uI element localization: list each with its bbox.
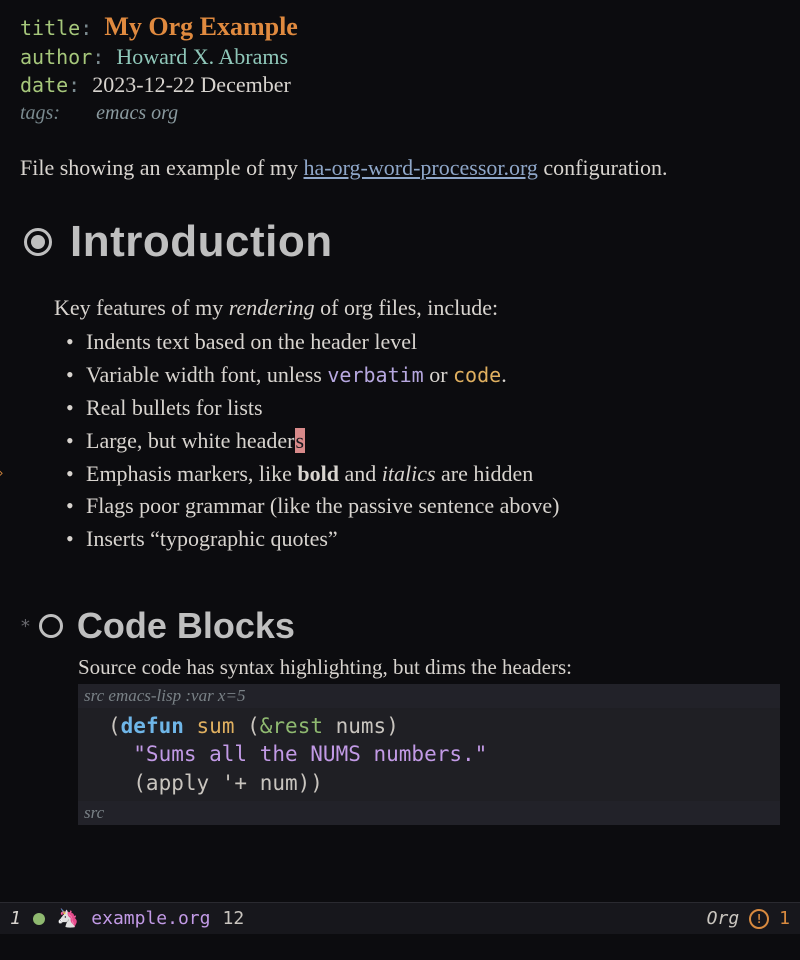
list-item: Real bullets for lists xyxy=(66,393,780,424)
meta-key-author: author xyxy=(20,45,92,69)
editor-buffer[interactable]: title: My Org Example author: Howard X. … xyxy=(0,0,800,900)
features-list: Indents text based on the header level V… xyxy=(66,327,780,555)
config-link[interactable]: ha-org-word-processor.org xyxy=(304,155,538,180)
doc-title: My Org Example xyxy=(104,12,298,41)
heading-star-icon: * xyxy=(20,616,31,637)
heading-2-text: Code Blocks xyxy=(77,605,295,647)
warning-icon[interactable]: ! xyxy=(749,909,769,929)
major-mode[interactable]: Org xyxy=(707,908,740,929)
warning-count: 1 xyxy=(779,908,790,929)
mode-line[interactable]: 1 🦄 example.org 12 Org ! 1 xyxy=(0,902,800,934)
features-block: Key features of my rendering of org file… xyxy=(54,293,780,555)
src-begin-line: src emacs-lisp :var x=5 xyxy=(78,684,780,708)
mode-icon: 🦄 xyxy=(57,908,79,929)
source-code[interactable]: (defun sum (&rest nums) "Sums all the NU… xyxy=(78,708,780,801)
intro-paragraph: File showing an example of my ha-org-wor… xyxy=(20,153,780,183)
meta-author-line: author: Howard X. Abrams xyxy=(20,44,780,70)
line-number: 12 xyxy=(222,908,244,929)
buffer-name[interactable]: example.org xyxy=(91,908,210,929)
text-cursor: s xyxy=(295,428,306,453)
doc-author: Howard X. Abrams xyxy=(116,44,288,69)
src-end-line: src xyxy=(78,801,780,825)
meta-key-title: title xyxy=(20,16,80,40)
meta-tags-line: tags: emacs org xyxy=(20,100,780,125)
list-item: » Emphasis markers, like bold and italic… xyxy=(66,459,780,490)
fringe-indicator-icon: » xyxy=(0,465,3,482)
heading-bullet-icon xyxy=(39,614,63,638)
features-lead: Key features of my rendering of org file… xyxy=(54,293,780,324)
meta-key-tags: tags: xyxy=(20,102,60,124)
doc-tags: emacs org xyxy=(96,102,178,124)
list-item: Variable width font, unless verbatim or … xyxy=(66,360,780,391)
doc-date: 2023-12-22 December xyxy=(92,72,291,97)
meta-title-line: title: My Org Example xyxy=(20,12,780,42)
heading-1[interactable]: Introduction xyxy=(24,217,780,267)
heading-bullet-icon xyxy=(24,228,52,256)
heading-2[interactable]: * Code Blocks xyxy=(20,605,780,647)
meta-date-line: date: 2023-12-22 December xyxy=(20,72,780,98)
verbatim-text: verbatim xyxy=(327,363,423,387)
meta-key-date: date xyxy=(20,73,68,97)
list-item: Indents text based on the header level xyxy=(66,327,780,358)
src-description: Source code has syntax highlighting, but… xyxy=(78,655,780,680)
heading-1-text: Introduction xyxy=(70,217,333,267)
list-item: Flags poor grammar (like the passive sen… xyxy=(66,491,780,522)
modified-indicator-icon xyxy=(33,913,45,925)
list-item: Inserts “typographic quotes” xyxy=(66,524,780,555)
list-item: Large, but white headers xyxy=(66,426,780,457)
source-block[interactable]: src emacs-lisp :var x=5 (defun sum (&res… xyxy=(78,684,780,825)
window-number: 1 xyxy=(10,908,21,929)
inline-code: code xyxy=(453,363,501,387)
minibuffer[interactable] xyxy=(0,934,800,960)
